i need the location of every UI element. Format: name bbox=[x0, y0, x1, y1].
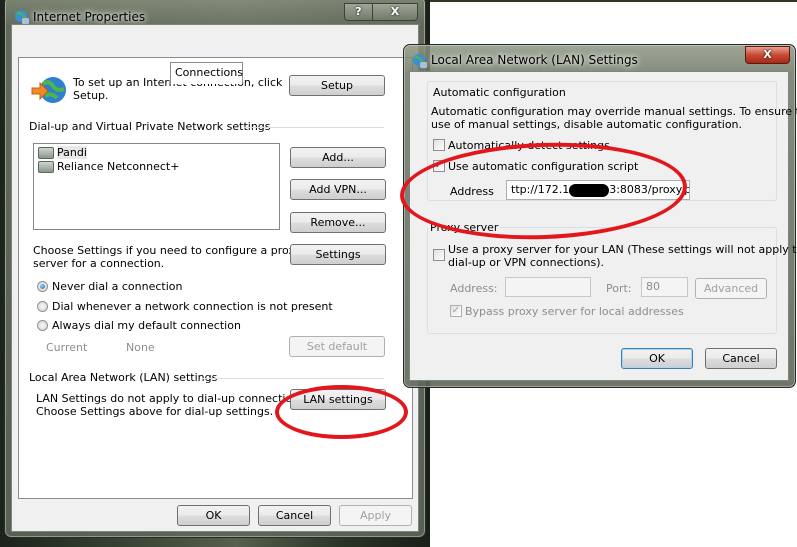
internet-properties-client: General Security Content Connections Pro… bbox=[11, 24, 419, 532]
port-input[interactable]: 80 bbox=[641, 277, 688, 297]
internet-properties-window: Internet Properties ? X General Security… bbox=[4, 0, 426, 538]
window-title: Internet Properties bbox=[33, 10, 146, 24]
current-value: None bbox=[126, 341, 155, 354]
lan-settings-button[interactable]: LAN settings bbox=[290, 389, 386, 410]
auto-detect-checkbox[interactable] bbox=[433, 139, 445, 151]
proxy-address-label: Address: bbox=[450, 282, 498, 295]
lan-close-button[interactable]: X bbox=[745, 46, 790, 64]
globe-setup-icon bbox=[31, 77, 66, 103]
dialup-separator bbox=[244, 127, 384, 128]
desktop-strip bbox=[430, 0, 797, 2]
advanced-button[interactable]: Advanced bbox=[695, 278, 767, 299]
script-address-input[interactable]: ttp://172.13:8083/proxy.pac bbox=[506, 180, 690, 200]
dial-whenever-radio[interactable] bbox=[37, 301, 48, 312]
tab-connections[interactable]: Connections bbox=[170, 62, 243, 84]
lan-description: LAN Settings do not apply to dial-up con… bbox=[36, 392, 309, 418]
list-item[interactable]: Pandi bbox=[38, 146, 87, 160]
close-button[interactable]: X bbox=[372, 3, 418, 21]
current-label: Current bbox=[46, 341, 88, 354]
connections-list[interactable]: Pandi Reliance Netconnect+ bbox=[33, 143, 280, 230]
add-vpn-button[interactable]: Add VPN... bbox=[290, 179, 386, 200]
lan-settings-window: Local Area Network (LAN) Settings X Auto… bbox=[403, 44, 797, 388]
list-item[interactable]: Reliance Netconnect+ bbox=[38, 160, 179, 174]
lan-window-title: Local Area Network (LAN) Settings bbox=[431, 53, 638, 67]
auto-detect-label[interactable]: Automatically detect settings bbox=[448, 139, 610, 152]
lan-separator bbox=[202, 378, 384, 379]
lan-ok-button[interactable]: OK bbox=[621, 348, 693, 369]
lan-section-label: Local Area Network (LAN) settings bbox=[29, 371, 218, 384]
bypass-label[interactable]: Bypass proxy server for local addresses bbox=[465, 305, 684, 318]
use-proxy-label[interactable]: Use a proxy server for your LAN (These s… bbox=[448, 243, 797, 269]
remove-button[interactable]: Remove... bbox=[290, 212, 386, 233]
add-button[interactable]: Add... bbox=[290, 147, 386, 168]
settings-button[interactable]: Settings bbox=[290, 244, 386, 265]
modem-icon bbox=[38, 161, 54, 173]
setup-button[interactable]: Setup bbox=[289, 75, 385, 96]
proxy-server-group-label: Proxy server bbox=[428, 221, 501, 234]
proxy-address-input[interactable] bbox=[505, 277, 591, 297]
redaction-blot bbox=[569, 183, 610, 197]
modem-icon bbox=[38, 147, 54, 159]
lan-settings-client: Automatic configuration Automatic config… bbox=[409, 71, 797, 381]
auto-config-description: Automatic configuration may override man… bbox=[431, 105, 797, 131]
script-address-label: Address bbox=[450, 185, 494, 198]
lan-cancel-button[interactable]: Cancel bbox=[705, 348, 777, 369]
set-default-button[interactable]: Set default bbox=[289, 336, 385, 357]
ok-button[interactable]: OK bbox=[177, 505, 250, 526]
use-script-checkbox[interactable]: ✓ bbox=[433, 160, 445, 172]
cancel-button[interactable]: Cancel bbox=[258, 505, 331, 526]
bypass-checkbox[interactable]: ✓ bbox=[450, 305, 462, 317]
proxy-description: Choose Settings if you need to configure… bbox=[33, 244, 302, 270]
port-label: Port: bbox=[606, 282, 632, 295]
never-dial-radio[interactable] bbox=[37, 281, 48, 292]
never-dial-label[interactable]: Never dial a connection bbox=[52, 280, 182, 293]
use-script-label[interactable]: Use automatic configuration script bbox=[448, 160, 638, 173]
internet-options-icon bbox=[15, 10, 30, 25]
dialup-section-label: Dial-up and Virtual Private Network sett… bbox=[29, 120, 271, 133]
help-button[interactable]: ? bbox=[344, 3, 373, 21]
auto-config-group-label: Automatic configuration bbox=[431, 86, 568, 99]
connections-panel: To set up an Internet connection, click … bbox=[18, 57, 413, 499]
lan-settings-icon bbox=[413, 54, 428, 69]
always-dial-label[interactable]: Always dial my default connection bbox=[52, 319, 241, 332]
apply-button[interactable]: Apply bbox=[339, 505, 412, 526]
dial-whenever-label[interactable]: Dial whenever a network connection is no… bbox=[52, 300, 333, 313]
always-dial-radio[interactable] bbox=[37, 320, 48, 331]
use-proxy-checkbox[interactable] bbox=[433, 249, 445, 261]
